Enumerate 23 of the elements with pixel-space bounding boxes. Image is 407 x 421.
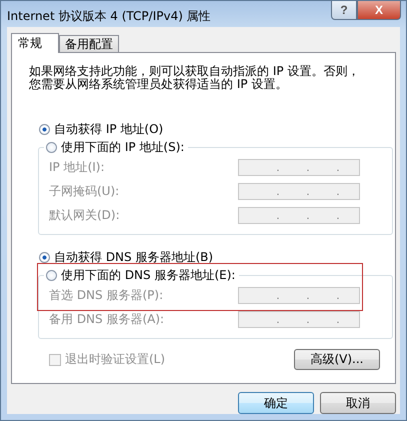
radio-button[interactable]	[46, 270, 57, 280]
radio-label: 自动获得 IP 地址(O)	[54, 120, 164, 138]
field-label: 子网掩码(U):	[49, 182, 120, 200]
window-title: Internet 协议版本 4 (TCP/IPv4) 属性	[7, 8, 211, 25]
advanced-button[interactable]: 高级(V)...	[294, 349, 380, 370]
checkbox-label: 退出时验证设置(L)	[65, 351, 166, 368]
ok-button[interactable]: 确定	[238, 392, 314, 414]
radio-label: 使用下面的 DNS 服务器地址(E):	[61, 266, 236, 284]
cancel-button[interactable]: 取消	[320, 392, 396, 414]
field-label: 备用 DNS 服务器(A):	[49, 310, 164, 328]
close-button[interactable]: X	[357, 1, 401, 20]
tab[interactable]: 常规	[11, 33, 59, 53]
radio-button[interactable]	[46, 142, 57, 152]
field-label: 首选 DNS 服务器(P):	[49, 286, 164, 304]
tab[interactable]: 备用配置	[59, 35, 119, 52]
radio-button[interactable]	[39, 124, 50, 134]
field-label: IP 地址(I):	[49, 158, 105, 176]
radio-label: 使用下面的 IP 地址(S):	[61, 138, 184, 156]
field-label: 默认网关(D):	[49, 206, 120, 224]
description-text: 如果网络支持此功能，则可以获取自动指派的 IP 设置。否则，您需要从网络系统管理员处获得适当的 IP 设置。	[29, 65, 360, 93]
radio-button[interactable]	[39, 252, 50, 262]
radio-label: 自动获得 DNS 服务器地址(B)	[54, 248, 214, 266]
help-button[interactable]: ?	[331, 1, 357, 20]
